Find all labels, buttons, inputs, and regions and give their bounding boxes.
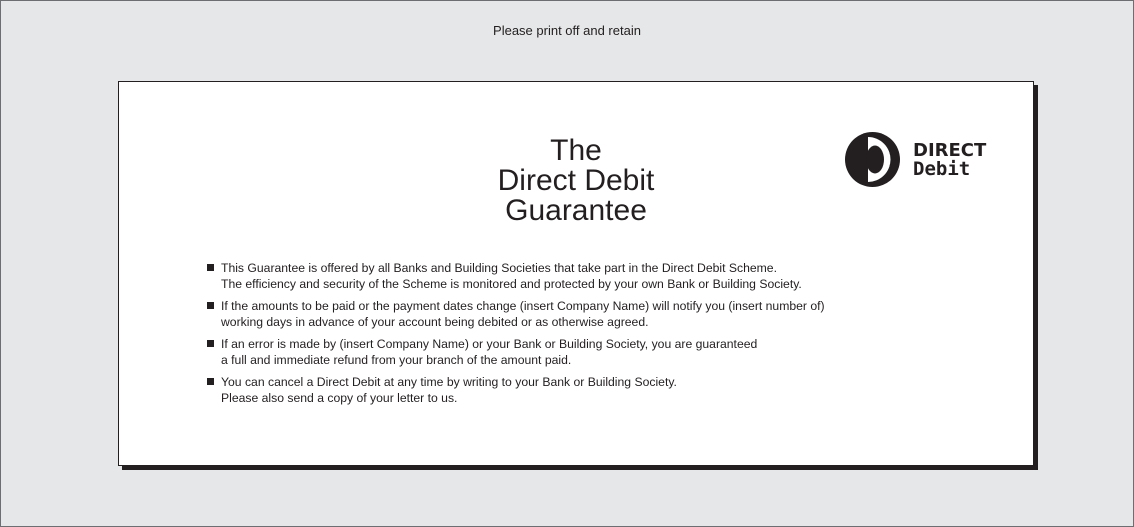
guarantee-title: The Direct Debit Guarantee [119, 136, 1033, 226]
guarantee-page: Please print off and retain DIRECT Debit… [0, 0, 1134, 527]
guarantee-item: This Guarantee is offered by all Banks a… [207, 260, 1007, 292]
guarantee-list: This Guarantee is offered by all Banks a… [207, 260, 1007, 412]
bullet-square-icon [207, 340, 214, 347]
bullet-square-icon [207, 378, 214, 385]
title-line-2: Direct Debit [497, 164, 655, 197]
print-note: Please print off and retain [493, 23, 641, 38]
guarantee-item: You can cancel a Direct Debit at any tim… [207, 374, 1007, 406]
title-line-1: The [550, 134, 602, 167]
title-line-3: Guarantee [505, 194, 647, 227]
guarantee-item-line: Please also send a copy of your letter t… [221, 391, 458, 405]
direct-debit-guarantee-card: DIRECT Debit The Direct Debit Guarantee … [118, 81, 1034, 466]
guarantee-item-line: working days in advance of your account … [221, 315, 649, 329]
guarantee-item-line: If an error is made by (insert Company N… [221, 337, 758, 351]
guarantee-item-line: The efficiency and security of the Schem… [221, 277, 802, 291]
guarantee-item: If an error is made by (insert Company N… [207, 336, 1007, 368]
guarantee-item-line: a full and immediate refund from your br… [221, 353, 572, 367]
guarantee-item-line: You can cancel a Direct Debit at any tim… [221, 375, 677, 389]
guarantee-item-line: If the amounts to be paid or the payment… [221, 299, 825, 313]
guarantee-item: If the amounts to be paid or the payment… [207, 298, 1007, 330]
guarantee-item-line: This Guarantee is offered by all Banks a… [221, 261, 777, 275]
bullet-square-icon [207, 264, 214, 271]
bullet-square-icon [207, 302, 214, 309]
